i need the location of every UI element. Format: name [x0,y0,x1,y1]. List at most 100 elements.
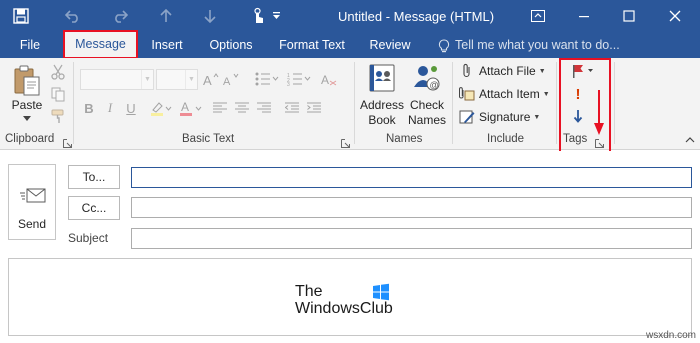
cc-button[interactable]: Cc... [68,196,120,220]
signature-button[interactable]: Signature ▼ [459,107,540,127]
to-button[interactable]: To... [68,165,120,189]
paste-dropdown-icon[interactable] [20,113,34,123]
address-book-label-line1: Address [359,98,405,112]
ribbon-display-options-icon[interactable] [527,5,549,27]
chevron-down-icon: ▼ [185,70,197,89]
tab-file[interactable]: File [12,33,48,58]
check-names-label-line1: Check [409,98,444,112]
highlight-color-icon[interactable] [148,98,174,118]
numbering-icon[interactable]: 123 [285,69,313,89]
address-book-icon[interactable] [366,62,398,94]
tell-me-search[interactable]: Tell me what you want to do... [438,33,620,58]
clipboard-group-label: Clipboard [5,133,55,145]
attach-file-button[interactable]: Attach File ▼ [459,61,546,81]
touch-mode-icon[interactable] [246,4,270,28]
address-book-label-line2: Book [368,113,396,127]
send-button[interactable]: Send [8,164,56,240]
check-names-icon[interactable]: @ [411,62,443,94]
align-left-icon[interactable] [210,98,230,118]
annotation-arrow-icon [594,90,604,135]
paste-icon[interactable] [10,64,44,98]
to-field[interactable] [131,167,692,188]
font-size-combobox[interactable]: ▼ [156,69,198,90]
increase-indent-icon[interactable] [304,98,324,118]
cc-field[interactable] [131,197,692,218]
redo-icon[interactable] [108,4,132,28]
group-separator [452,62,453,144]
chevron-down-icon: ▼ [542,90,550,98]
logo-line1: The [295,283,323,300]
chevron-down-icon: ▼ [141,70,153,89]
shrink-font-icon[interactable]: A [222,69,240,89]
lightbulb-icon [438,39,450,53]
tab-options[interactable]: Options [204,33,258,58]
svg-text:3: 3 [287,82,290,86]
tab-review[interactable]: Review [366,33,414,58]
svg-text:A: A [181,100,189,114]
attach-item-icon [459,86,475,102]
cut-icon[interactable] [48,62,68,82]
chevron-down-icon: ▼ [538,67,546,75]
attach-item-label: Attach Item [479,87,540,101]
italic-icon[interactable]: I [101,98,119,118]
svg-text:A: A [203,73,212,86]
align-center-icon[interactable] [232,98,252,118]
title-bar: Untitled - Message (HTML) [0,0,700,33]
group-separator [556,62,557,144]
credit-text: wsxdn.com [645,330,696,341]
windows-flag-icon [373,283,389,301]
font-color-icon[interactable]: A [178,98,204,118]
clear-formatting-icon[interactable]: A [320,69,338,89]
group-separator [354,62,355,144]
include-group-label: Include [487,133,525,145]
format-painter-icon[interactable] [48,106,68,126]
bullets-icon[interactable] [253,69,281,89]
outlook-message-window: Untitled - Message (HTML) File Message I… [0,0,700,343]
send-label: Send [17,217,47,231]
send-envelope-icon [20,188,46,203]
tab-format-text[interactable]: Format Text [274,33,350,58]
next-item-icon[interactable] [200,4,220,28]
copy-icon[interactable] [48,84,68,104]
basic-text-group-label: Basic Text [182,133,235,145]
thewindowsclub-logo: The WindowsClub [295,283,405,323]
close-icon[interactable] [664,5,686,27]
collapse-ribbon-icon[interactable] [684,134,696,146]
svg-text:@: @ [430,80,439,90]
attach-item-button[interactable]: Attach Item ▼ [459,84,550,104]
grow-font-icon[interactable]: A [202,69,220,89]
qat-customize-icon[interactable] [270,4,282,28]
ribbon-tabs: File Message Insert Options Format Text … [0,30,700,59]
paste-button[interactable]: Paste [10,98,44,113]
previous-item-icon[interactable] [156,4,176,28]
window-title: Untitled - Message (HTML) [338,9,495,24]
maximize-icon[interactable] [618,5,640,27]
group-separator [73,62,74,144]
bold-icon[interactable]: B [80,98,98,118]
font-name-combobox[interactable]: ▼ [80,69,154,90]
ribbon: Paste Clipboard ▼ ▼ A A 1 2 3 A B I U A … [0,58,700,157]
tab-message[interactable]: Message [63,30,138,59]
paperclip-icon [459,63,475,79]
signature-icon [459,109,475,125]
attach-file-label: Attach File [479,64,536,78]
align-right-icon[interactable] [254,98,274,118]
undo-icon[interactable] [61,4,85,28]
logo-line2: WindowsClub [295,300,393,317]
basic-text-launcher-icon[interactable] [341,137,350,148]
chevron-down-icon: ▼ [533,113,541,121]
address-book-button[interactable]: Address Book [357,98,407,128]
tab-insert[interactable]: Insert [146,33,188,58]
minimize-icon[interactable] [573,5,595,27]
signature-label: Signature [479,110,531,124]
clipboard-launcher-icon[interactable] [63,137,72,148]
save-icon[interactable] [10,4,32,28]
subject-field[interactable] [131,228,692,249]
tell-me-placeholder: Tell me what you want to do... [455,38,620,52]
check-names-button[interactable]: Check Names [404,98,450,128]
names-group-label: Names [386,133,423,145]
subject-label: Subject [68,231,109,245]
group-separator [614,62,615,144]
decrease-indent-icon[interactable] [282,98,302,118]
underline-icon[interactable]: U [122,98,140,118]
